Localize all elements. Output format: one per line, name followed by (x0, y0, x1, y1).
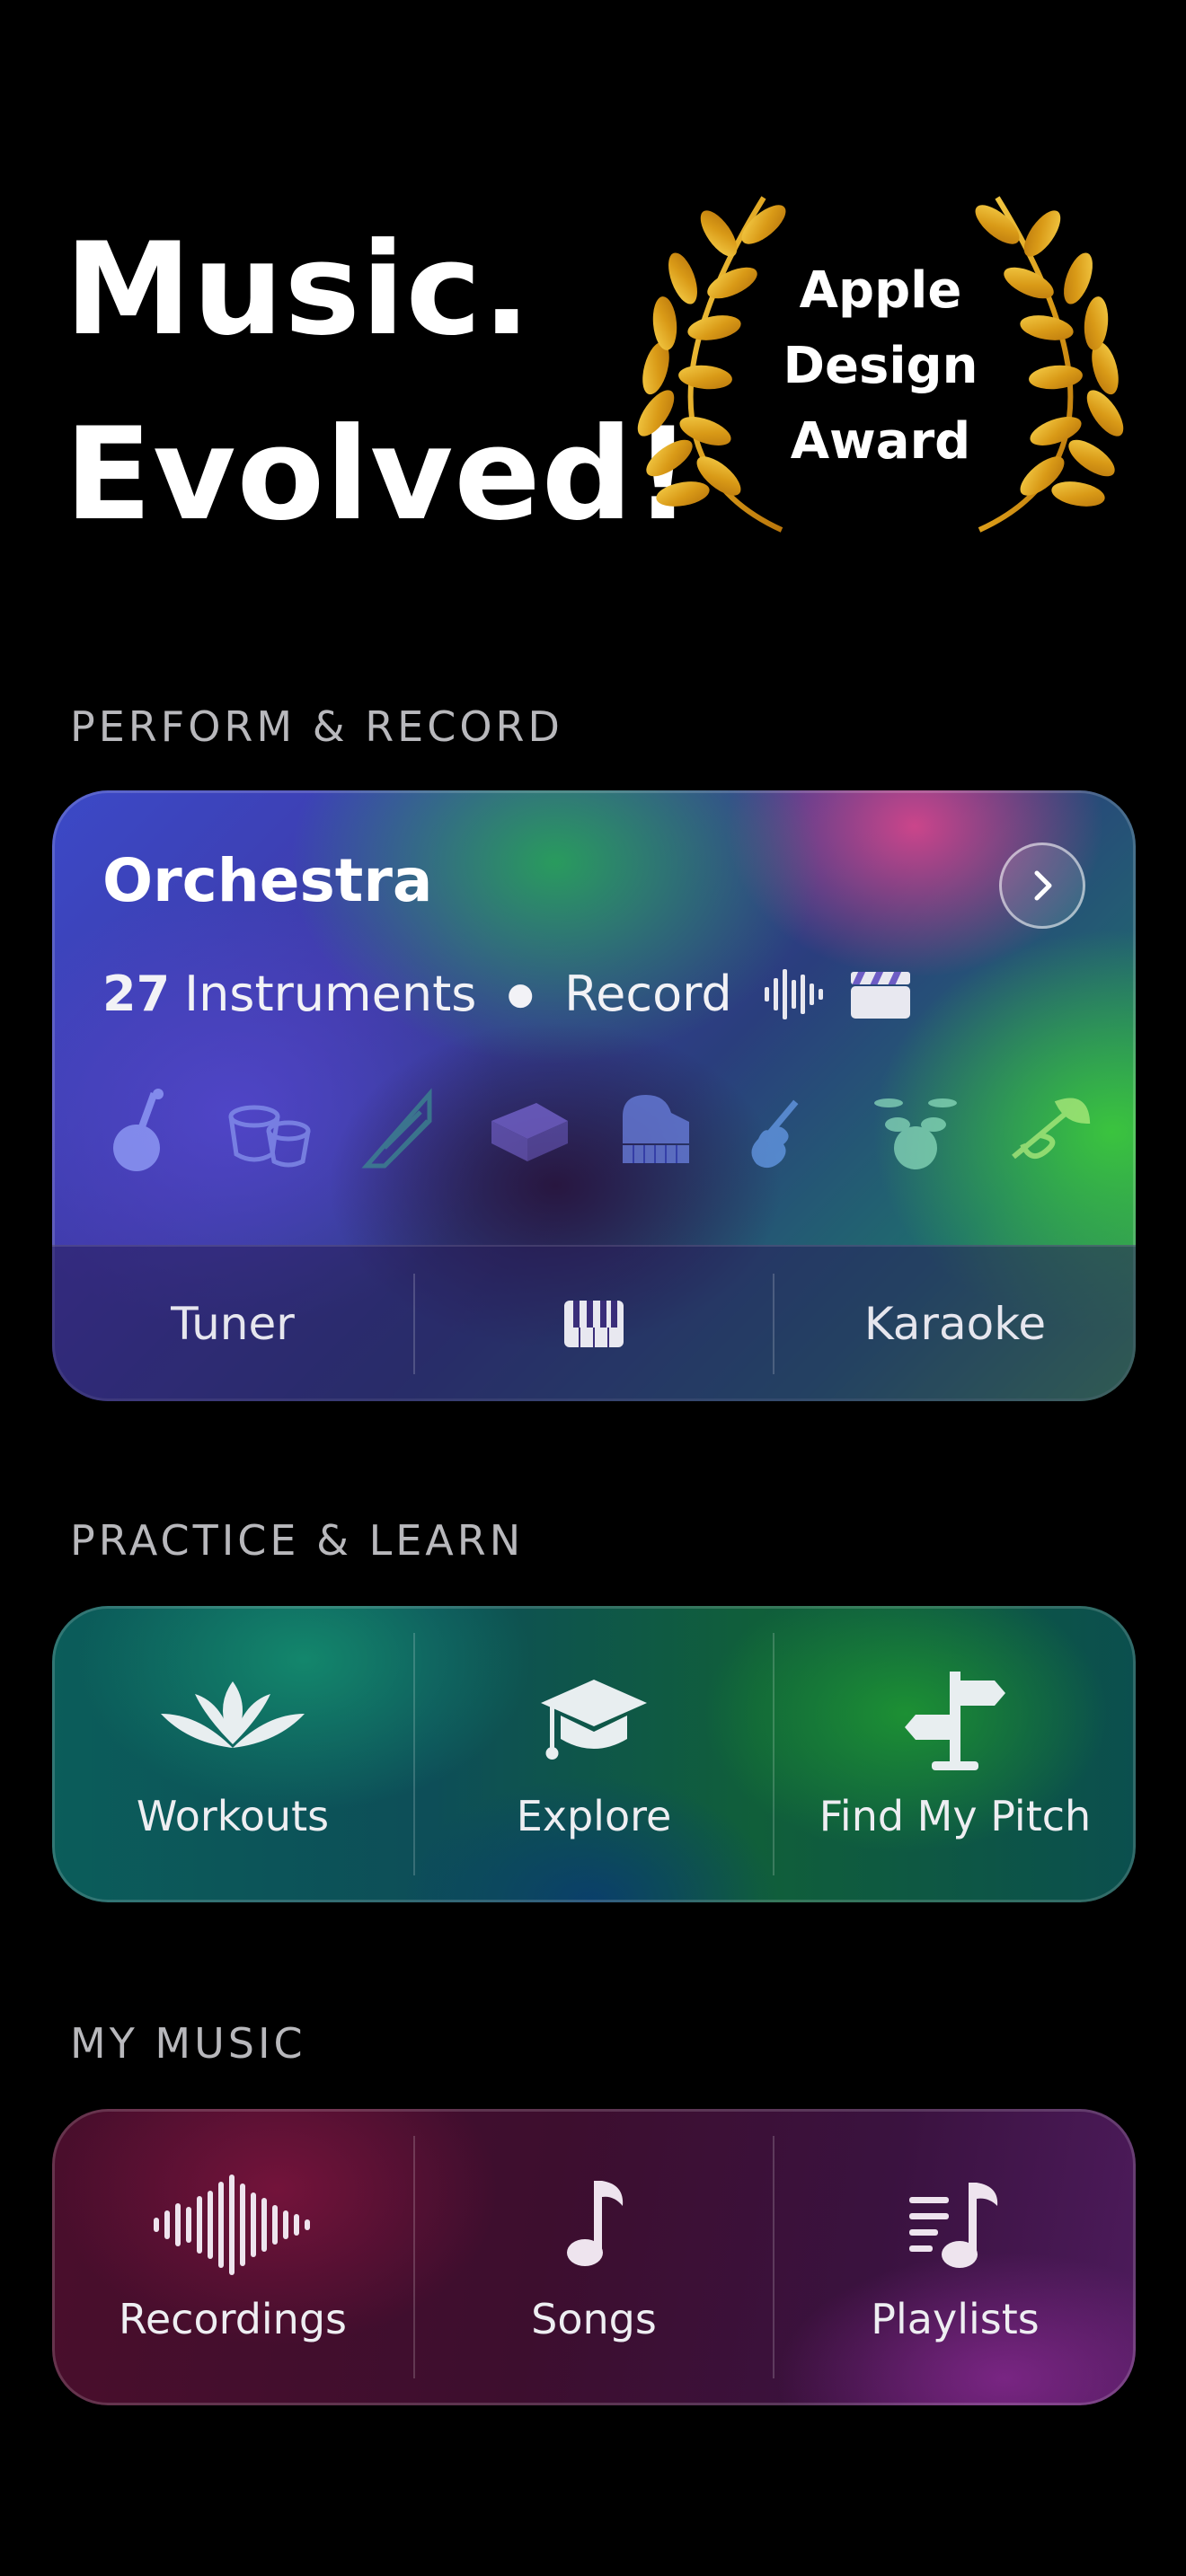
find-my-pitch-button[interactable]: Find My Pitch (774, 1606, 1136, 1902)
section-label-practice: PRACTICE & LEARN (70, 1516, 525, 1565)
playlist-icon (906, 2171, 1005, 2279)
workouts-button[interactable]: Workouts (52, 1606, 413, 1902)
recordings-label: Recordings (118, 2295, 348, 2343)
record-label: Record (564, 966, 732, 1022)
instrument-icons-row (102, 1087, 1094, 1177)
explore-label: Explore (516, 1792, 672, 1840)
my-music-card: Recordings Songs Playlists (52, 2109, 1136, 2405)
karaoke-label: Karaoke (863, 1298, 1047, 1350)
chevron-right-icon (1034, 870, 1052, 901)
orchestra-bottom-bar: Tuner Karaoke (52, 1245, 1136, 1401)
sitar-icon (102, 1085, 180, 1178)
playlists-label: Playlists (871, 2295, 1040, 2343)
playlists-button[interactable]: Playlists (774, 2109, 1136, 2405)
piano-keys-icon (564, 1301, 624, 1347)
practice-card: Workouts Explore Find My Pitch (52, 1606, 1136, 1902)
lotus-icon (152, 1668, 314, 1776)
hero-line-2: Evolved! (65, 401, 694, 549)
tuner-button[interactable]: Tuner (52, 1247, 413, 1401)
songs-label: Songs (531, 2295, 657, 2343)
orchestra-open-button[interactable] (999, 842, 1085, 929)
award-text: Apple Design Award (629, 253, 1132, 480)
violin-icon (740, 1085, 827, 1178)
award-line-2: Design (783, 337, 978, 395)
harmonium-icon (482, 1094, 572, 1169)
orchestra-subtitle: 27 Instruments ● Record (102, 966, 912, 1022)
tabla-icon (224, 1090, 314, 1174)
instruments-label: Instruments (184, 966, 477, 1022)
karaoke-button[interactable]: Karaoke (774, 1247, 1136, 1401)
recordings-button[interactable]: Recordings (52, 2109, 413, 2405)
music-note-icon (558, 2171, 630, 2279)
graduation-cap-icon (535, 1668, 652, 1776)
instrument-count: 27 (102, 966, 171, 1022)
signpost-icon (901, 1668, 1009, 1776)
piano-icon (615, 1090, 696, 1174)
harp-icon (358, 1085, 438, 1178)
audio-waveform-icon (764, 968, 823, 1019)
apple-design-award-badge: Apple Design Award (629, 189, 1132, 539)
explore-button[interactable]: Explore (413, 1606, 774, 1902)
waveform-icon (152, 2171, 314, 2279)
award-line-3: Award (790, 412, 971, 471)
award-line-1: Apple (799, 261, 962, 320)
workouts-label: Workouts (136, 1792, 330, 1840)
hero-line-1: Music. (65, 216, 532, 364)
clapperboard-icon (850, 971, 910, 1019)
find-my-pitch-label: Find My Pitch (819, 1792, 1092, 1840)
section-label-my-music: MY MUSIC (70, 2019, 306, 2068)
section-label-perform: PERFORM & RECORD (70, 702, 563, 751)
orchestra-card[interactable]: Orchestra 27 Instruments ● Record Tuner … (52, 790, 1136, 1401)
keyboard-button[interactable] (413, 1247, 774, 1401)
trumpet-icon (1005, 1085, 1094, 1178)
drums-icon (871, 1085, 960, 1178)
songs-button[interactable]: Songs (413, 2109, 774, 2405)
orchestra-title: Orchestra (102, 846, 433, 915)
tuner-label: Tuner (171, 1298, 295, 1350)
hero-title: Music. Evolved! (65, 198, 693, 568)
